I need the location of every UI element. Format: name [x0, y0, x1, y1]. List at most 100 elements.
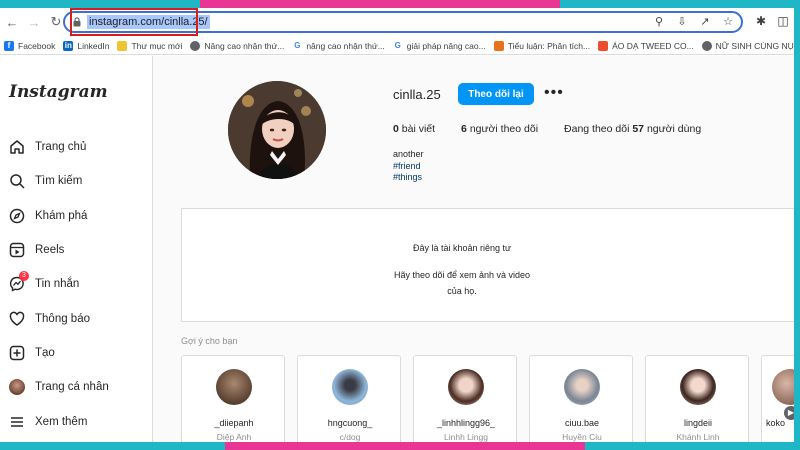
suggestion-name: Diệp Anh	[216, 432, 252, 442]
bio-line: another	[393, 149, 424, 159]
suggestion-username[interactable]: _linhhlingg96_	[414, 418, 518, 428]
compass-icon	[8, 207, 25, 224]
suggestion-username[interactable]: ciuu.bae	[530, 418, 634, 428]
sidebar-item-search[interactable]: Tìm kiếm	[8, 164, 109, 198]
avatar	[8, 379, 25, 396]
suggestion-card[interactable]: hngcuong_ c/dog	[297, 355, 401, 442]
sidebar-item-explore[interactable]: Khám phá	[8, 199, 109, 233]
sidebar-item-profile[interactable]: Trang cá nhân	[8, 370, 109, 404]
search-icon	[8, 173, 25, 190]
bookmark-item[interactable]: ÁO DẠ TWEED CO...	[598, 40, 694, 51]
suggestion-username[interactable]: lingdeii	[646, 418, 750, 428]
avatar[interactable]	[680, 369, 716, 405]
following-stat[interactable]: Đang theo dõi 57 người dùng	[564, 123, 701, 135]
instagram-logo[interactable]: Instagram	[9, 82, 108, 102]
bookmark-item[interactable]: Gnâng cao nhận thứ...	[292, 40, 385, 51]
sidebar-item-messages[interactable]: 3 Tin nhắn	[8, 267, 109, 301]
address-bar[interactable]: instagram.com/cinlla.25/ ⚲ ⇩ ↗ ☆	[63, 8, 743, 36]
avatar[interactable]	[332, 369, 368, 405]
suggestions-list: _diiepanh Diệp Anh hngcuong_ c/dog _linh…	[181, 355, 794, 442]
install-app-icon[interactable]: ⇩	[675, 15, 689, 28]
side-panel-icon[interactable]: ◫	[776, 14, 790, 28]
suggestion-card[interactable]: _diiepanh Diệp Anh	[181, 355, 285, 442]
menu-icon	[8, 413, 25, 430]
private-subtitle-line: Hãy theo dõi để xem ảnh và video	[393, 270, 531, 280]
url-highlight-box	[70, 8, 198, 36]
more-options-icon[interactable]: •••	[544, 84, 564, 102]
bookmark-folder[interactable]: Thư mục mới	[117, 40, 182, 51]
following-suffix: người dùng	[646, 123, 702, 135]
google-icon: G	[392, 40, 403, 51]
bookmark-item[interactable]: NỮ SINH CÙNG NỤ...	[701, 40, 794, 51]
posts-count: 0	[393, 123, 399, 135]
bookmark-facebook[interactable]: f Facebook	[4, 40, 56, 51]
suggestion-name: Khánh Linh	[676, 432, 720, 442]
arrow-right-icon: →	[27, 14, 41, 30]
sidebar: Instagram Trang chủ Tìm kiếm Khám phá Re…	[0, 56, 153, 442]
heart-icon	[8, 310, 25, 327]
bookmark-label: nâng cao nhận thứ...	[306, 40, 385, 51]
browser-toolbar: ← → ↻ instagram.com/cinlla.25/ ⚲ ⇩ ↗ ☆ ✱…	[0, 8, 794, 36]
sidebar-item-more[interactable]: Xem thêm	[8, 404, 109, 438]
sidebar-item-label: Tạo	[35, 346, 55, 359]
suggestions-title: Gợi ý cho bạn	[181, 336, 238, 346]
bookmark-item[interactable]: Tiểu luận: Phân tích...	[493, 40, 590, 51]
star-icon[interactable]: ☆	[721, 15, 735, 28]
back-button[interactable]: ←	[2, 12, 22, 32]
shop-icon	[598, 40, 609, 51]
suggestion-card[interactable]: koko ▶	[761, 355, 794, 442]
avatar[interactable]	[772, 369, 794, 405]
unread-badge: 3	[19, 270, 29, 281]
sidebar-item-label: Trang cá nhân	[35, 381, 109, 394]
folder-icon	[117, 40, 128, 51]
sidebar-item-reels[interactable]: Reels	[8, 233, 109, 267]
posts-label: bài viết	[401, 123, 436, 135]
key-icon[interactable]: ⚲	[652, 15, 666, 28]
followers-label: người theo dõi	[469, 123, 539, 135]
avatar[interactable]	[564, 369, 600, 405]
bookmark-label: Nâng cao nhận thứ...	[204, 40, 285, 51]
suggestion-username[interactable]: koko	[766, 418, 785, 428]
profile-avatar[interactable]	[228, 81, 326, 179]
sidebar-item-notifications[interactable]: Thông báo	[8, 301, 109, 335]
decorative-frame-bottom	[0, 442, 800, 450]
profile-main: cinlla.25 Theo dõi lại ••• 0 bài viết 6 …	[154, 56, 794, 442]
sidebar-item-label: Tìm kiếm	[35, 175, 83, 188]
extensions-icon[interactable]: ✱	[754, 14, 768, 28]
create-icon	[8, 344, 25, 361]
reload-icon: ↻	[50, 14, 62, 29]
bio-hashtag[interactable]: #friend	[393, 161, 424, 173]
sidebar-item-home[interactable]: Trang chủ	[8, 130, 109, 164]
sidebar-item-create[interactable]: Tạo	[8, 336, 109, 370]
doc-icon	[493, 40, 504, 51]
suggestion-card[interactable]: lingdeii Khánh Linh	[645, 355, 749, 442]
sidebar-item-label: Xem thêm	[35, 415, 88, 428]
suggestion-card[interactable]: _linhhlingg96_ Linhh Lingg	[413, 355, 517, 442]
suggestion-name: Linhh Lingg	[444, 432, 488, 442]
avatar[interactable]	[448, 369, 484, 405]
suggestion-card[interactable]: ciuu.bae Huyền Ciu	[529, 355, 633, 442]
bookmark-linkedin[interactable]: in LinkedIn	[63, 40, 109, 51]
follow-back-button[interactable]: Theo dõi lại	[458, 83, 534, 105]
bookmark-item[interactable]: Ggiải pháp nâng cao...	[392, 40, 486, 51]
suggestion-username[interactable]: _diiepanh	[182, 418, 286, 428]
reels-icon	[8, 242, 25, 259]
followers-stat[interactable]: 6 người theo dõi	[461, 123, 538, 135]
private-title: Đây là tài khoản riêng tư	[412, 243, 512, 253]
bookmark-label: Facebook	[18, 40, 56, 51]
globe-icon	[701, 40, 712, 51]
forward-button[interactable]: →	[24, 12, 44, 32]
following-prefix: Đang theo dõi	[564, 123, 630, 135]
suggestion-name: c/dog	[339, 432, 361, 442]
profile-bio: another #friend #things	[393, 149, 424, 184]
profile-username: cinlla.25	[393, 87, 441, 102]
chevron-right-icon[interactable]: ▶	[784, 406, 794, 420]
private-subtitle-line: của họ.	[447, 286, 477, 296]
avatar[interactable]	[216, 369, 252, 405]
instagram-page: Instagram Trang chủ Tìm kiếm Khám phá Re…	[0, 56, 794, 442]
share-icon[interactable]: ↗	[698, 15, 712, 28]
bookmark-item[interactable]: Nâng cao nhận thứ...	[190, 40, 285, 51]
bio-hashtag[interactable]: #things	[393, 172, 424, 184]
suggestion-username[interactable]: hngcuong_	[298, 418, 402, 428]
sidebar-item-label: Reels	[35, 244, 65, 257]
